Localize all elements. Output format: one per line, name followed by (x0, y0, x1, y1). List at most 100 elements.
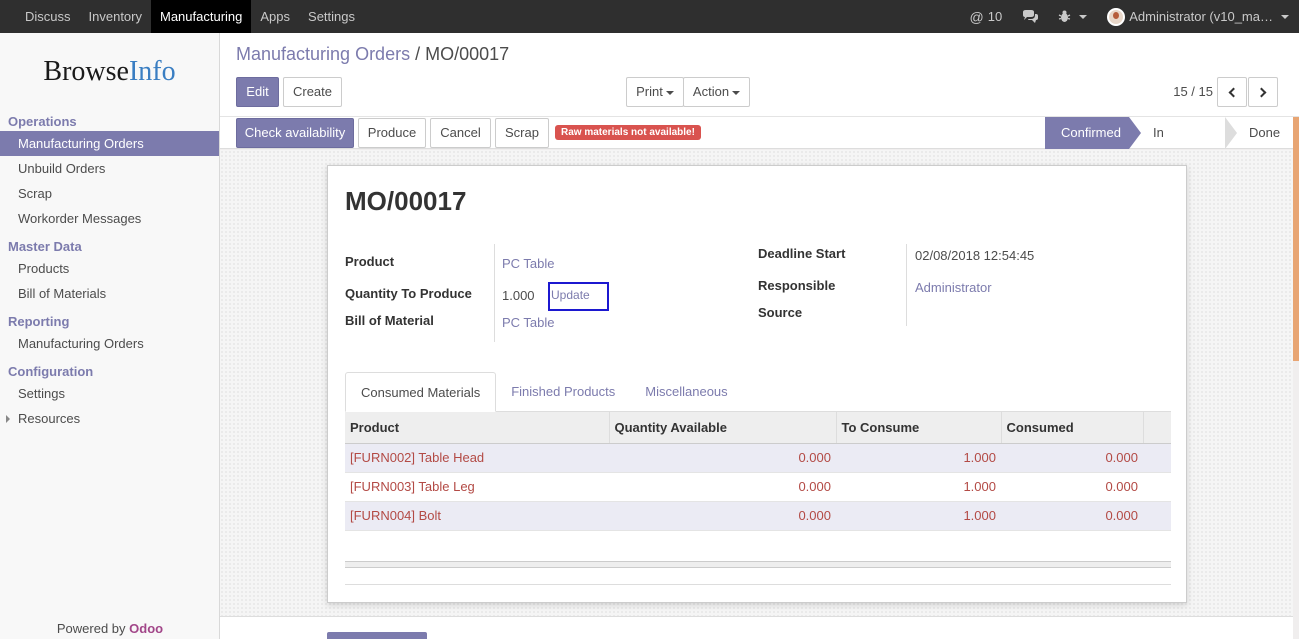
tab-consumed-materials[interactable]: Consumed Materials (345, 372, 497, 412)
print-dropdown[interactable]: Print (626, 77, 684, 107)
table-header-row: Product Quantity Available To Consume Co… (345, 412, 1171, 444)
cell-product[interactable]: [FURN004] Bolt (345, 501, 609, 531)
breadcrumb-parent[interactable]: Manufacturing Orders (236, 44, 410, 64)
notebook-tabs: Consumed Materials Finished Products Mis… (345, 372, 1171, 412)
cell-to-consume[interactable]: 1.000 (836, 443, 1001, 473)
sidebar-item-resources-label: Resources (18, 411, 81, 426)
sidebar-item-workorder-messages[interactable]: Workorder Messages (0, 206, 219, 231)
check-availability-button[interactable]: Check availability (236, 118, 354, 148)
column-header-product[interactable]: Product (345, 412, 610, 444)
cell-quantity-available: 0.000 (609, 472, 836, 502)
pager-value[interactable]: 15 / 15 (1173, 84, 1213, 99)
cell-consumed[interactable]: 0.000 (1001, 443, 1143, 473)
sidebar-item-reporting-manufacturing-orders[interactable]: Manufacturing Orders (0, 331, 219, 356)
chevron-down-icon (1281, 14, 1289, 19)
column-header-consumed[interactable]: Consumed (1001, 412, 1144, 444)
pager-previous-button[interactable] (1217, 77, 1247, 107)
sidebar-item-products[interactable]: Products (0, 256, 219, 281)
chat-bubbles-icon (1023, 10, 1039, 23)
bug-icon (1058, 10, 1071, 22)
table-row[interactable]: [FURN003] Table Leg 0.000 1.000 0.000 (345, 472, 1171, 502)
table-row[interactable]: [FURN002] Table Head 0.000 1.000 0.000 (345, 443, 1171, 473)
field-divider (906, 244, 907, 326)
deadline-label: Deadline Start (758, 246, 846, 261)
menu-manufacturing[interactable]: Manufacturing (151, 0, 252, 33)
sidebar-section-operations: Operations (8, 114, 77, 129)
cell-quantity-available: 0.000 (609, 501, 836, 531)
column-header-spacer (1143, 412, 1171, 444)
responsible-label: Responsible (758, 278, 836, 293)
cell-product[interactable]: [FURN002] Table Head (345, 443, 609, 473)
chatter-button[interactable] (327, 632, 427, 639)
expand-triangle-icon (6, 415, 10, 423)
stage-in-progress[interactable]: In Progress (1129, 117, 1237, 172)
pager-next-button[interactable] (1248, 77, 1278, 107)
table-row[interactable]: [FURN004] Bolt 0.000 1.000 0.000 (345, 501, 1171, 531)
cell-product[interactable]: [FURN003] Table Leg (345, 472, 609, 502)
chevron-down-icon (665, 90, 674, 95)
sidebar-section-reporting: Reporting (8, 314, 70, 329)
create-button[interactable]: Create (283, 77, 342, 107)
powered-by: Powered by Odoo (0, 621, 220, 636)
browseinfo-logo[interactable]: Browse Info (0, 33, 219, 111)
quantity-field[interactable]: 1.000 (502, 288, 535, 303)
cell-to-consume[interactable]: 1.000 (836, 472, 1001, 502)
product-field[interactable]: PC Table (502, 256, 555, 271)
messages-button[interactable] (1012, 0, 1048, 33)
scrollbar-accent[interactable] (1293, 117, 1299, 361)
cancel-button[interactable]: Cancel (430, 118, 491, 148)
menu-apps[interactable]: Apps (251, 0, 299, 33)
column-header-quantity-available[interactable]: Quantity Available (609, 412, 837, 444)
responsible-field[interactable]: Administrator (915, 280, 992, 295)
action-label: Action (692, 84, 730, 99)
sidebar-section-configuration: Configuration (8, 364, 94, 379)
raw-materials-warning-badge: Raw materials not available! (555, 125, 701, 140)
table-footer (345, 561, 1171, 568)
tab-finished-products[interactable]: Finished Products (496, 372, 630, 412)
scrap-button[interactable]: Scrap (495, 118, 549, 148)
odoo-link[interactable]: Odoo (129, 621, 163, 636)
bom-field[interactable]: PC Table (502, 315, 555, 330)
sidebar-item-bill-of-materials[interactable]: Bill of Materials (0, 281, 219, 306)
debug-menu-button[interactable] (1048, 0, 1097, 33)
menu-discuss[interactable]: Discuss (16, 0, 80, 33)
avatar (1107, 7, 1126, 26)
mentions-indicator[interactable]: @ 10 (960, 0, 1013, 33)
print-label: Print (636, 84, 663, 99)
user-name: Administrator (v10_ma… (1129, 9, 1273, 24)
chatter-area (220, 616, 1293, 639)
edit-button[interactable]: Edit (236, 77, 279, 107)
sidebar: Browse Info Operations Manufacturing Orde… (0, 33, 220, 639)
sidebar-item-manufacturing-orders[interactable]: Manufacturing Orders (0, 131, 219, 156)
deadline-field[interactable]: 02/08/2018 12:54:45 (915, 248, 1034, 263)
chevron-left-icon (1228, 87, 1239, 98)
column-header-to-consume[interactable]: To Consume (836, 412, 1002, 444)
user-menu[interactable]: Administrator (v10_ma… (1097, 0, 1299, 33)
cell-quantity-available: 0.000 (609, 443, 836, 473)
menu-inventory[interactable]: Inventory (80, 0, 151, 33)
action-dropdown[interactable]: Action (683, 77, 750, 107)
menu-settings[interactable]: Settings (299, 0, 364, 33)
tab-miscellaneous[interactable]: Miscellaneous (630, 372, 742, 412)
field-divider (494, 244, 495, 342)
form-sheet: MO/00017 Product PC Table Quantity To Pr… (327, 165, 1187, 603)
sidebar-item-settings[interactable]: Settings (0, 381, 219, 406)
sidebar-item-unbuild-orders[interactable]: Unbuild Orders (0, 156, 219, 181)
cell-spacer (1143, 443, 1171, 473)
logo-text-browse: Browse (43, 56, 129, 87)
stage-confirmed[interactable]: Confirmed (1045, 117, 1141, 149)
quantity-label: Quantity To Produce (345, 286, 472, 301)
notification-count: 10 (987, 9, 1003, 24)
sidebar-item-resources[interactable]: Resources (0, 406, 219, 431)
highlight-box (548, 282, 609, 311)
cell-to-consume[interactable]: 1.000 (836, 501, 1001, 531)
control-panel: Manufacturing Orders / MO/00017 Edit Cre… (220, 33, 1299, 117)
top-menu-bar: Discuss Inventory Manufacturing Apps Set… (0, 0, 1299, 33)
bom-label: Bill of Material (345, 313, 434, 328)
produce-button[interactable]: Produce (358, 118, 426, 148)
sidebar-item-scrap[interactable]: Scrap (0, 181, 219, 206)
cell-spacer (1143, 501, 1171, 531)
cell-consumed[interactable]: 0.000 (1001, 472, 1143, 502)
cell-consumed[interactable]: 0.000 (1001, 501, 1143, 531)
source-label: Source (758, 305, 803, 320)
